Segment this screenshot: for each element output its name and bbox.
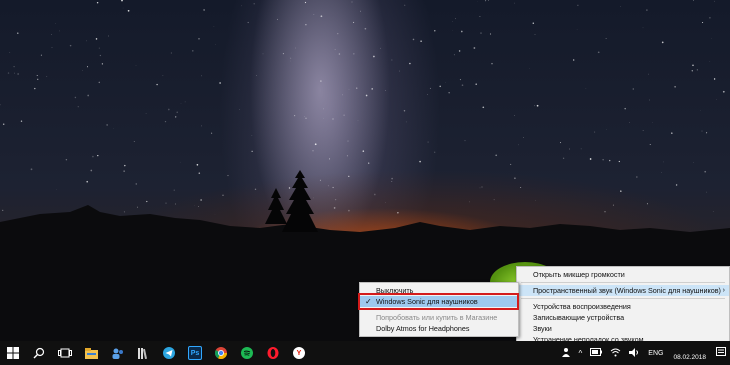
menu-item-playback-devices[interactable]: Устройства воспроизведения	[517, 301, 729, 312]
search-icon[interactable]	[26, 341, 52, 365]
spotify-icon[interactable]	[234, 341, 260, 365]
start-icon[interactable]	[0, 341, 26, 365]
submenu-item-store: Попробовать или купить в Магазине	[376, 313, 498, 322]
people-icon[interactable]	[104, 341, 130, 365]
sound-context-menu: Открыть микшер громкости Пространственны…	[516, 266, 730, 348]
language-indicator[interactable]: ENG	[648, 350, 663, 357]
volume-icon[interactable]	[629, 347, 640, 359]
clock[interactable]: 08.02.2018	[673, 344, 706, 362]
chevron-up-icon[interactable]: ^	[579, 349, 583, 358]
opera-icon[interactable]	[260, 341, 286, 365]
spatial-sound-label: Пространственный звук (Windows Sonic для…	[533, 286, 721, 295]
file-explorer-icon[interactable]	[78, 341, 104, 365]
menu-separator	[521, 298, 725, 299]
wifi-icon[interactable]	[610, 348, 621, 359]
taskbar: Ps Y ^ ENG 08.02.2018	[0, 341, 730, 365]
menu-item-recording-devices[interactable]: Записывающие устройства	[517, 312, 729, 323]
library-icon[interactable]	[130, 341, 156, 365]
yandex-browser-icon: Y	[293, 347, 305, 359]
chrome-icon[interactable]	[208, 341, 234, 365]
action-center-icon[interactable]	[716, 347, 726, 359]
yandex-browser-button[interactable]: Y	[286, 341, 312, 365]
menu-item-open-volume-mixer[interactable]: Открыть микшер громкости	[517, 269, 729, 280]
photoshop-app-button[interactable]: Ps	[182, 341, 208, 365]
menu-separator	[521, 282, 725, 283]
clock-date: 08.02.2018	[673, 354, 706, 361]
photoshop-icon: Ps	[188, 346, 202, 360]
telegram-icon[interactable]	[156, 341, 182, 365]
highlight-box	[358, 293, 519, 310]
system-tray: ^ ENG 08.02.2018	[557, 341, 730, 365]
battery-icon[interactable]	[590, 348, 603, 358]
menu-item-sounds[interactable]: Звуки	[517, 323, 729, 334]
task-view-icon[interactable]	[52, 341, 78, 365]
chevron-right-icon: ›	[722, 287, 725, 294]
submenu-item-dolby-atmos[interactable]: Dolby Atmos for Headphones	[360, 323, 518, 334]
people-tray-icon[interactable]	[561, 347, 571, 359]
menu-item-spatial-sound[interactable]: Пространственный звук (Windows Sonic для…	[517, 285, 729, 296]
